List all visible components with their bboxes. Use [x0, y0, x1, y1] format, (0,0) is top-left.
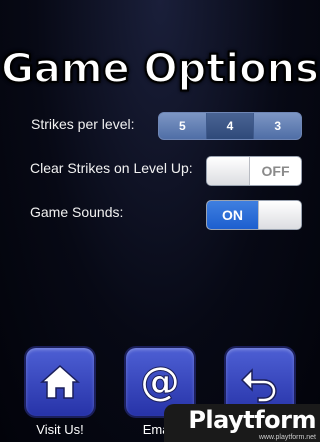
game-sounds-toggle[interactable]: ON	[206, 200, 302, 230]
clear-strikes-label: Clear Strikes on Level Up:	[30, 160, 193, 176]
strikes-option-3[interactable]: 3	[254, 113, 301, 139]
visit-us-label: Visit Us!	[36, 422, 84, 437]
strikes-option-5[interactable]: 5	[159, 113, 207, 139]
watermark-logo: Playtform	[188, 405, 316, 434]
playtform-watermark: Playtform www.playtform.net	[164, 404, 320, 442]
strikes-segmented-control[interactable]: 5 4 3	[158, 112, 302, 140]
strikes-row: Strikes per level: 5 4 3	[0, 110, 320, 140]
game-sounds-label: Game Sounds:	[30, 204, 124, 220]
back-arrow-icon	[240, 368, 277, 403]
game-sounds-state: ON	[207, 201, 258, 229]
visit-us-button[interactable]	[26, 348, 94, 416]
game-sounds-row: Game Sounds: ON	[0, 198, 320, 230]
home-icon	[40, 364, 80, 399]
clear-strikes-row: Clear Strikes on Level Up: OFF	[0, 154, 320, 186]
strikes-label: Strikes per level:	[31, 116, 135, 132]
clear-strikes-toggle[interactable]: OFF	[206, 156, 302, 186]
at-sign-icon: @	[140, 359, 181, 406]
toggle-knob[interactable]	[258, 201, 301, 229]
watermark-url: www.playtform.net	[258, 433, 316, 441]
svg-text:@: @	[140, 359, 180, 405]
toggle-knob[interactable]	[207, 157, 250, 185]
page-title: Game Options	[0, 45, 320, 93]
strikes-option-4[interactable]: 4	[206, 113, 255, 139]
clear-strikes-state: OFF	[261, 163, 290, 179]
